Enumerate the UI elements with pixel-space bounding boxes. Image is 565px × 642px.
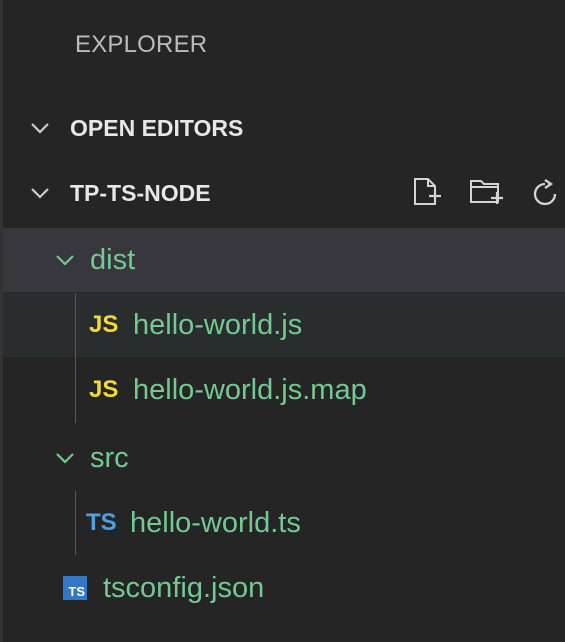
tree-file-hello-world-ts[interactable]: TS hello-world.ts [3,491,565,555]
tree-item-label: dist [90,243,136,276]
tsconfig-file-icon: TS [63,576,87,600]
project-actions [407,168,565,218]
tree-item-label: src [90,441,129,474]
tree-file-hello-world-js-map[interactable]: JS hello-world.js.map [3,358,565,422]
project-section[interactable]: TP-TS-NODE [3,168,565,218]
tree-item-label: hello-world.js [133,308,303,341]
open-editors-section[interactable]: OPEN EDITORS [3,103,565,153]
refresh-icon[interactable] [527,174,565,212]
js-file-icon: JS [89,376,119,403]
tree-item-label: hello-world.js.map [133,373,367,406]
explorer-title: EXPLORER [75,31,208,58]
chevron-down-icon [56,453,74,464]
new-file-icon[interactable] [407,174,445,212]
js-file-icon: JS [89,311,119,338]
indent-guide [75,293,76,423]
tree-item-label: hello-world.ts [130,506,301,539]
open-editors-label: OPEN EDITORS [70,114,244,141]
chevron-down-icon [31,123,49,134]
project-label: TP-TS-NODE [70,179,211,206]
tree-folder-src[interactable]: src [3,426,565,490]
explorer-panel: EXPLORER OPEN EDITORS TP-TS-NODE dist JS… [0,0,565,642]
tree-folder-dist[interactable]: dist [3,228,565,292]
new-folder-icon[interactable] [467,174,505,212]
indent-guide [75,491,76,555]
tree-file-hello-world-js[interactable]: JS hello-world.js [3,293,565,357]
tree-item-label: tsconfig.json [103,571,265,604]
ts-file-icon: TS [86,509,117,536]
chevron-down-icon [31,188,49,199]
tree-file-tsconfig-json[interactable]: TS tsconfig.json [3,556,565,620]
chevron-down-icon [56,255,74,266]
